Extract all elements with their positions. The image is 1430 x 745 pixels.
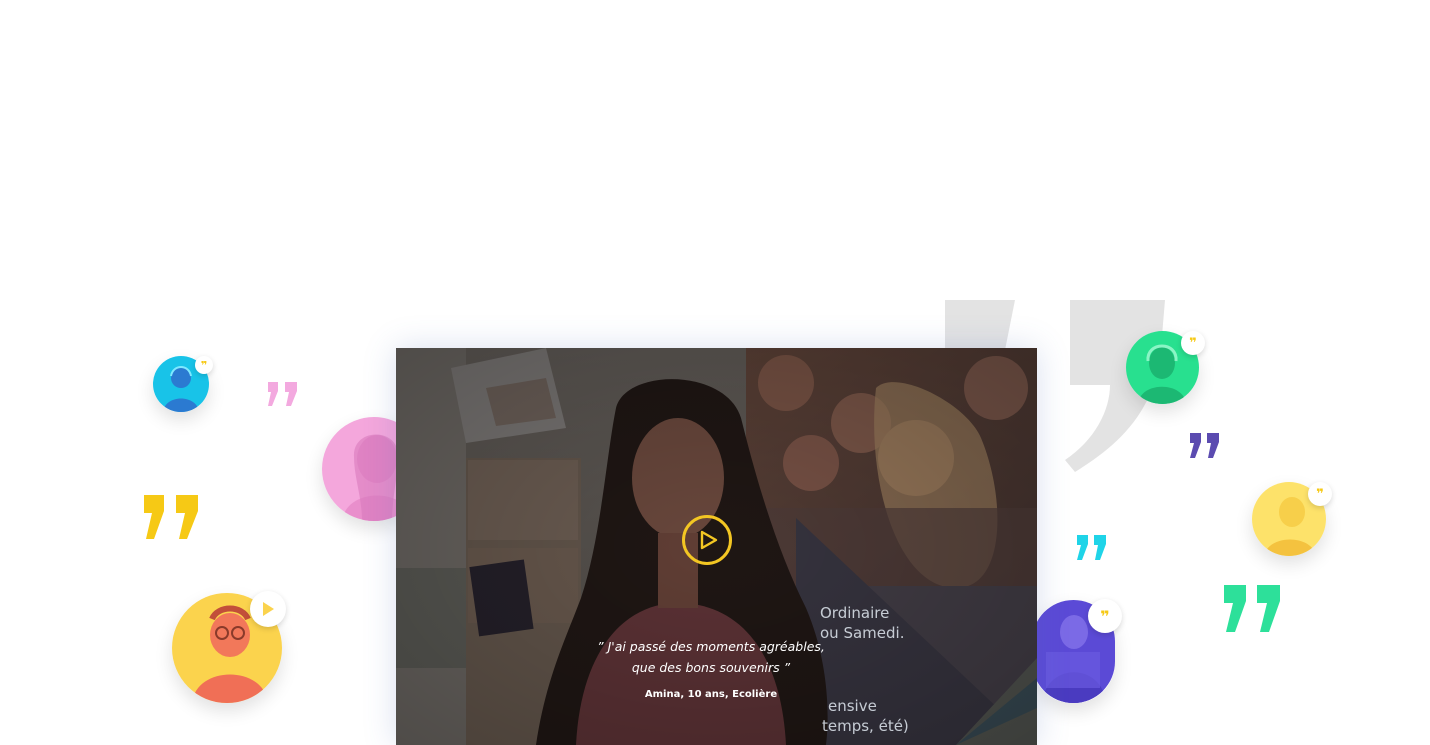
- quote-icon: ❞: [1181, 331, 1205, 355]
- play-button[interactable]: [682, 515, 732, 565]
- quote-icon: [1190, 433, 1219, 458]
- play-icon: [700, 530, 717, 550]
- play-icon[interactable]: [250, 591, 286, 627]
- poster-line: temps, été): [822, 717, 909, 735]
- quote-icon: ❞: [195, 356, 213, 374]
- quote-icon: [1077, 535, 1106, 560]
- poster-line: Ordinaire: [820, 604, 890, 622]
- avatar-testimonial[interactable]: ❞: [153, 356, 213, 412]
- poster-text: ensive temps, été): [822, 696, 909, 736]
- testimonial-quote: ” J'ai passé des moments agréables, que …: [566, 636, 856, 678]
- quote-icon: [268, 382, 297, 406]
- testimonial-quote-line: que des bons souvenirs ”: [631, 660, 791, 675]
- poster-line: ensive: [828, 697, 877, 715]
- quote-icon: ❞: [1088, 599, 1122, 633]
- video-player[interactable]: Ordinaire ou Samedi. ensive temps, été) …: [396, 348, 1037, 745]
- avatar-testimonial[interactable]: [172, 591, 286, 703]
- quote-icon: [1224, 585, 1280, 632]
- testimonials-section: ❞ ❞ ❞ ❞ Ordinaire ou Samedi. ensive temp…: [0, 0, 1430, 745]
- testimonial-author: Amina, 10 ans, Ecolière: [644, 689, 778, 700]
- avatar-testimonial[interactable]: ❞: [1252, 482, 1332, 556]
- testimonial-quote-line: ” J'ai passé des moments agréables,: [597, 639, 825, 654]
- avatar-testimonial[interactable]: ❞: [1032, 599, 1122, 703]
- avatar-testimonial[interactable]: ❞: [1126, 331, 1205, 404]
- quote-icon: [144, 495, 198, 539]
- quote-icon: ❞: [1308, 482, 1332, 506]
